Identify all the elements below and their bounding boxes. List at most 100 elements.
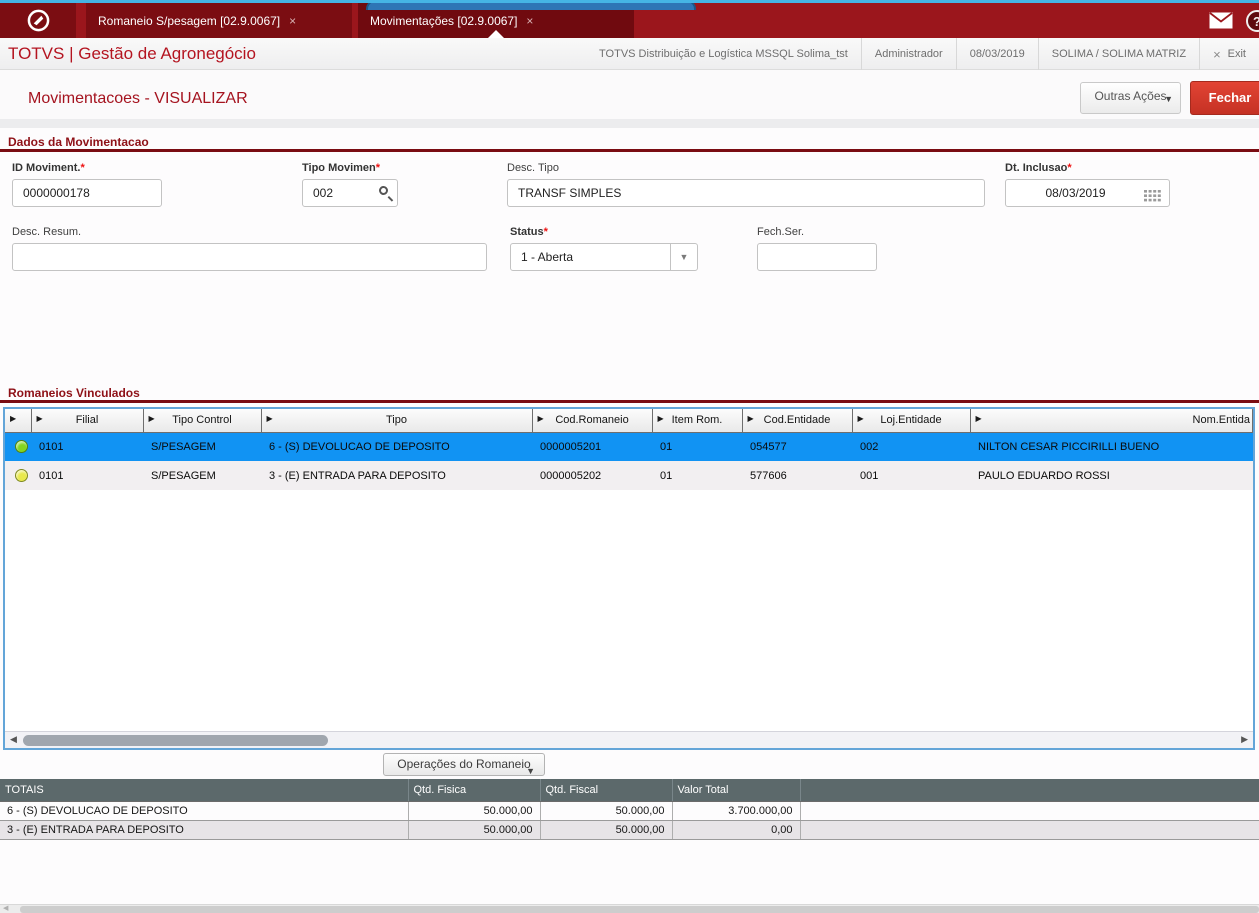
cell-cod-romaneio: 0000005201: [532, 432, 652, 461]
scrollbar-thumb[interactable]: [23, 735, 328, 746]
scroll-left-icon[interactable]: ◀: [10, 734, 17, 745]
tipo-movimen-label: Tipo Movimen*: [302, 162, 381, 174]
help-icon[interactable]: ?: [1246, 10, 1259, 32]
app-header: TOTVS | Gestão de Agronegócio TOTVS Dist…: [0, 38, 1259, 70]
totvs-app-window: Romaneio S/pesagem [02.9.0067] × Movimen…: [0, 0, 1259, 913]
id-moviment-label: ID Moviment.*: [12, 162, 85, 174]
cell-tipo: 3 - (E) ENTRADA PARA DEPOSITO: [261, 461, 532, 490]
cell-item-rom: 01: [652, 432, 742, 461]
page-title: Movimentacoes - VISUALIZAR: [28, 90, 248, 107]
scroll-left-icon[interactable]: ◀: [3, 904, 8, 912]
section-dados-rule: [0, 149, 1259, 152]
brand-title: TOTVS | Gestão de Agronegócio: [8, 44, 256, 63]
page-title-bar: Movimentacoes - VISUALIZAR Outras Ações …: [0, 70, 1259, 128]
tab-close-icon[interactable]: ×: [289, 15, 296, 27]
column-marker-icon: ▶: [10, 414, 17, 423]
status-select[interactable]: 1 - Aberta ▼: [510, 243, 698, 271]
required-asterisk: *: [80, 162, 85, 174]
section-romaneios-title: Romaneios Vinculados: [8, 386, 140, 400]
grid-col-nom-entidade[interactable]: ▶ Nom.Entida: [970, 409, 1253, 433]
cell-item-rom: 01: [652, 461, 742, 490]
mail-icon[interactable]: [1209, 12, 1233, 34]
status-dot-yellow: [15, 469, 28, 482]
column-marker-icon: ▶: [857, 414, 864, 423]
totvs-logo-icon: [27, 9, 49, 32]
totals-row: 3 - (E) ENTRADA PARA DEPOSITO 50.000,00 …: [0, 820, 1259, 840]
user-label[interactable]: Administrador: [860, 38, 956, 70]
desc-tipo-field[interactable]: TRANSF SIMPLES: [507, 179, 985, 207]
header-info-strip: TOTVS Distribuição e Logística MSSQL Sol…: [586, 38, 1259, 70]
outras-acoes-label: Outras Ações: [1094, 89, 1167, 103]
tab-romaneio-spesagem[interactable]: Romaneio S/pesagem [02.9.0067] ×: [86, 3, 352, 38]
page-horizontal-scrollbar[interactable]: ◀: [0, 904, 1259, 913]
column-marker-icon: ▶: [747, 414, 754, 423]
date-label: 08/03/2019: [955, 38, 1038, 70]
totals-col-valor-total: Valor Total: [672, 779, 801, 802]
outras-acoes-button[interactable]: Outras Ações ▼: [1080, 82, 1181, 114]
exit-x-icon: ×: [1213, 46, 1221, 62]
grid-col-cod-entidade[interactable]: ▶ Cod.Entidade: [742, 409, 853, 433]
dt-inclusao-field[interactable]: 08/03/2019: [1005, 179, 1170, 207]
cell-cod-entidade: 577606: [742, 461, 852, 490]
dt-inclusao-label: Dt. Inclusao*: [1005, 162, 1072, 174]
envelope-glyph: [1209, 12, 1233, 29]
totals-qtd-fisica: 50.000,00: [408, 801, 541, 821]
column-marker-icon: ▶: [36, 414, 43, 423]
totals-col-qtd-fiscal: Qtd. Fiscal: [540, 779, 673, 802]
column-marker-icon: ▶: [975, 414, 982, 423]
tab-close-icon[interactable]: ×: [526, 15, 533, 27]
exit-button[interactable]: × Exit: [1199, 38, 1259, 70]
search-icon[interactable]: [379, 186, 388, 195]
status-dot-green: [15, 440, 28, 454]
chevron-down-icon[interactable]: ▼: [670, 244, 697, 270]
grid-col-tipo-control[interactable]: ▶ Tipo Control: [143, 409, 262, 433]
cell-filial: 0101: [31, 461, 143, 490]
desc-resum-field[interactable]: [12, 243, 487, 271]
fech-ser-field[interactable]: [757, 243, 877, 271]
exit-label: Exit: [1227, 48, 1246, 60]
chevron-down-icon: ▼: [1164, 94, 1173, 104]
tab-label: Romaneio S/pesagem [02.9.0067]: [98, 13, 281, 28]
cell-tipo-control: S/PESAGEM: [143, 461, 261, 490]
grid-col-tipo[interactable]: ▶ Tipo: [261, 409, 533, 433]
grid-col-filial[interactable]: ▶ Filial: [31, 409, 144, 433]
column-marker-icon: ▶: [148, 414, 155, 423]
cell-loj-entidade: 001: [852, 461, 970, 490]
operacoes-romaneio-button[interactable]: Operações do Romaneio ▼: [383, 753, 545, 776]
totals-label: 6 - (S) DEVOLUCAO DE DEPOSITO: [0, 801, 409, 821]
section-dados-title: Dados da Movimentacao: [8, 135, 149, 149]
company-label[interactable]: SOLIMA / SOLIMA MATRIZ: [1037, 38, 1199, 70]
grid-header-row: ▶ ▶ Filial ▶ Tipo Control ▶ Tipo ▶ Cod.Roman…: [5, 409, 1253, 433]
desc-resum-label: Desc. Resum.: [12, 226, 82, 238]
totals-row: 6 - (S) DEVOLUCAO DE DEPOSITO 50.000,00 …: [0, 801, 1259, 821]
fechar-button[interactable]: Fechar: [1190, 81, 1259, 115]
grid-horizontal-scrollbar[interactable]: ◀ ▶: [5, 731, 1253, 748]
scrollbar-thumb[interactable]: [20, 906, 1259, 913]
totals-col-qtd-fisica: Qtd. Fisica: [408, 779, 541, 802]
tipo-movimen-field[interactable]: 002: [302, 179, 398, 207]
totvs-logo-block[interactable]: [0, 3, 76, 38]
section-romaneios-rule: [0, 400, 1259, 403]
operacoes-romaneio-label: Operações do Romaneio: [397, 757, 531, 771]
scroll-right-icon[interactable]: ▶: [1241, 734, 1248, 745]
column-marker-icon: ▶: [657, 414, 664, 423]
calendar-icon[interactable]: [1144, 187, 1161, 206]
cell-loj-entidade: 002: [852, 432, 970, 461]
grid-col-cod-romaneio[interactable]: ▶ Cod.Romaneio: [532, 409, 653, 433]
cell-cod-romaneio: 0000005202: [532, 461, 652, 490]
totals-qtd-fiscal: 50.000,00: [540, 820, 673, 840]
grid-col-loj-entidade[interactable]: ▶ Loj.Entidade: [852, 409, 971, 433]
grid-col-item-rom[interactable]: ▶ Item Rom.: [652, 409, 743, 433]
table-row[interactable]: 0101 S/PESAGEM 3 - (E) ENTRADA PARA DEPO…: [5, 461, 1253, 490]
cell-cod-entidade: 054577: [742, 432, 852, 461]
totals-col-empty: [800, 779, 1259, 802]
id-moviment-field[interactable]: 0000000178: [12, 179, 162, 207]
totals-label: 3 - (E) ENTRADA PARA DEPOSITO: [0, 820, 409, 840]
active-tab-caret: [488, 30, 504, 38]
cell-nom-entidade: NILTON CESAR PICCIRILLI BUENO: [970, 432, 1253, 461]
cell-tipo-control: S/PESAGEM: [143, 432, 261, 461]
grid-col-marker[interactable]: ▶: [5, 409, 32, 433]
totals-col-totais: TOTAIS: [0, 779, 409, 802]
table-row[interactable]: 0101 S/PESAGEM 6 - (S) DEVOLUCAO DE DEPO…: [5, 432, 1253, 461]
cell-nom-entidade: PAULO EDUARDO ROSSI: [970, 461, 1253, 490]
